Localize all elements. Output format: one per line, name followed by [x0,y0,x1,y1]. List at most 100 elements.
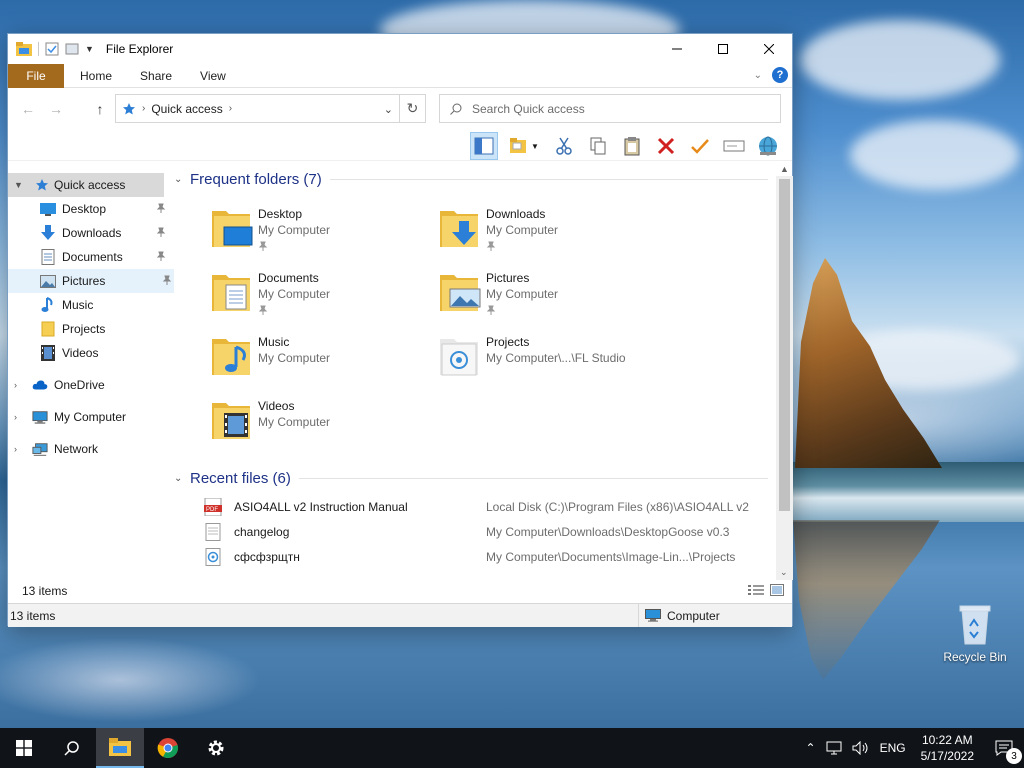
frequent-folders-header[interactable]: ⌄ Frequent folders (7) [174,171,768,188]
minimize-button[interactable] [654,34,700,64]
forward-button[interactable]: → [44,97,68,121]
folder-tile-projects[interactable]: Projects My Computer\...\FL Studio [438,329,658,385]
desktop-folder-icon [212,211,253,247]
navigation-pane-button[interactable] [470,132,498,160]
new-folder-icon[interactable] [65,42,79,56]
recent-files-header[interactable]: ⌄ Recent files (6) [174,470,768,487]
pin-icon[interactable] [162,275,172,285]
paste-button[interactable] [618,132,646,160]
folder-tile-music[interactable]: Music My Computer [210,329,430,385]
tab-file[interactable]: File [8,63,64,88]
action-center-button[interactable]: 3 [984,728,1024,768]
downloads-folder-icon [440,211,478,247]
expand-chevron-icon[interactable]: › [14,412,24,422]
tab-home[interactable]: Home [66,64,126,88]
folder-tile-pictures[interactable]: Pictures My Computer [438,265,658,321]
properties-icon[interactable] [45,42,59,56]
folder-name: Downloads [486,207,546,221]
navigation-pane: ▼ Quick access Desktop Downloads Documen… [8,173,174,593]
show-hidden-icons-button[interactable]: ⌃ [801,728,821,768]
close-button[interactable] [746,34,792,64]
breadcrumb-quick-access[interactable]: Quick access [151,102,222,116]
folder-tile-documents[interactable]: Documents My Computer [210,265,430,321]
status-location: Computer [638,604,720,627]
downloads-icon [40,225,56,241]
network-globe-button[interactable] [754,132,782,160]
folder-tile-desktop[interactable]: Desktop My Computer [210,201,430,257]
computer-icon [645,609,661,622]
taskbar-chrome[interactable] [144,728,192,768]
maximize-icon [718,44,728,54]
start-button[interactable] [0,728,48,768]
volume-tray-button[interactable] [847,728,875,768]
address-history-chevron-icon[interactable]: ⌄ [384,103,393,116]
copy-button[interactable] [584,132,612,160]
pin-icon[interactable] [156,203,166,213]
collapse-chevron-icon[interactable]: ▼ [14,180,24,190]
tab-view[interactable]: View [186,64,240,88]
taskbar-file-explorer[interactable] [96,728,144,768]
globe-icon [759,136,777,156]
dropdown-chevron-icon: ▼ [531,141,539,151]
large-icons-view-icon[interactable] [770,584,784,596]
folder-tile-videos[interactable]: Videos My Computer [210,393,430,449]
folder-properties-icon [510,138,527,153]
ribbon-tabs: File Home Share View ⌄ ? [8,63,792,88]
chrome-icon [157,738,178,759]
folder-location: My Computer [486,223,559,237]
clock[interactable]: 10:22 AM 5/17/2022 [911,732,984,764]
nav-downloads[interactable]: Downloads [8,221,168,245]
recent-file-row[interactable]: PDF ASIO4ALL v2 Instruction Manual Local… [204,494,774,519]
recent-file-row[interactable]: сфсфзрщтн My Computer\Documents\Image-Li… [204,544,774,569]
expand-chevron-icon[interactable]: › [14,380,24,390]
nav-onedrive[interactable]: › OneDrive [8,373,168,397]
rename-button[interactable] [720,132,748,160]
address-bar[interactable]: › Quick access › ⌄ [115,94,400,123]
select-checkmark-button[interactable] [686,132,714,160]
customize-qat-chevron-icon[interactable]: ▼ [85,44,94,54]
collapse-chevron-icon: ⌄ [174,174,183,185]
search-box[interactable] [439,94,781,123]
nav-label: Music [62,298,94,312]
refresh-button[interactable]: ↻ [400,94,426,123]
pin-icon[interactable] [156,227,166,237]
taskbar-settings[interactable] [192,728,240,768]
scroll-down-icon[interactable]: ⌄ [780,567,788,578]
folder-location: My Computer [258,223,331,237]
delete-button[interactable] [652,132,680,160]
recent-file-row[interactable]: changelog My Computer\Downloads\DesktopG… [204,519,774,544]
vertical-scrollbar[interactable]: ▲ ⌄ [776,164,793,580]
nav-videos[interactable]: Videos [8,341,168,365]
tab-share[interactable]: Share [126,64,186,88]
expand-chevron-icon[interactable]: › [14,444,24,454]
search-taskbar-button[interactable] [48,728,96,768]
quick-access-star-icon [123,102,135,114]
new-folder-button[interactable]: ▼ [504,132,544,160]
search-input[interactable] [472,101,752,116]
nav-network[interactable]: › Network [8,437,168,461]
back-button[interactable]: ← [16,97,40,121]
nav-projects[interactable]: Projects [8,317,168,341]
network-tray-button[interactable] [821,728,847,768]
help-button[interactable]: ? [772,67,788,83]
nav-quick-access[interactable]: ▼ Quick access [8,173,164,197]
language-indicator[interactable]: ENG [875,728,911,768]
maximize-button[interactable] [700,34,746,64]
up-button[interactable]: ↑ [88,97,112,121]
expand-ribbon-chevron-icon[interactable]: ⌄ [754,70,762,81]
title-bar[interactable]: ▼ File Explorer [8,34,792,64]
nav-documents[interactable]: Documents [8,245,168,269]
pin-icon[interactable] [156,251,166,261]
scroll-up-icon[interactable]: ▲ [780,164,789,174]
folder-tile-downloads[interactable]: Downloads My Computer [438,201,658,257]
details-view-icon[interactable] [748,584,764,596]
nav-music[interactable]: Music [8,293,168,317]
nav-desktop[interactable]: Desktop [8,197,168,221]
recycle-bin-desktop-icon[interactable]: Recycle Bin [938,602,1012,664]
breadcrumb-chevron-icon[interactable]: › [229,103,232,114]
nav-pictures[interactable]: Pictures [8,269,174,293]
nav-my-computer[interactable]: › My Computer [8,405,168,429]
cut-button[interactable] [550,132,578,160]
pictures-icon [40,273,56,289]
scrollbar-thumb[interactable] [779,179,790,511]
